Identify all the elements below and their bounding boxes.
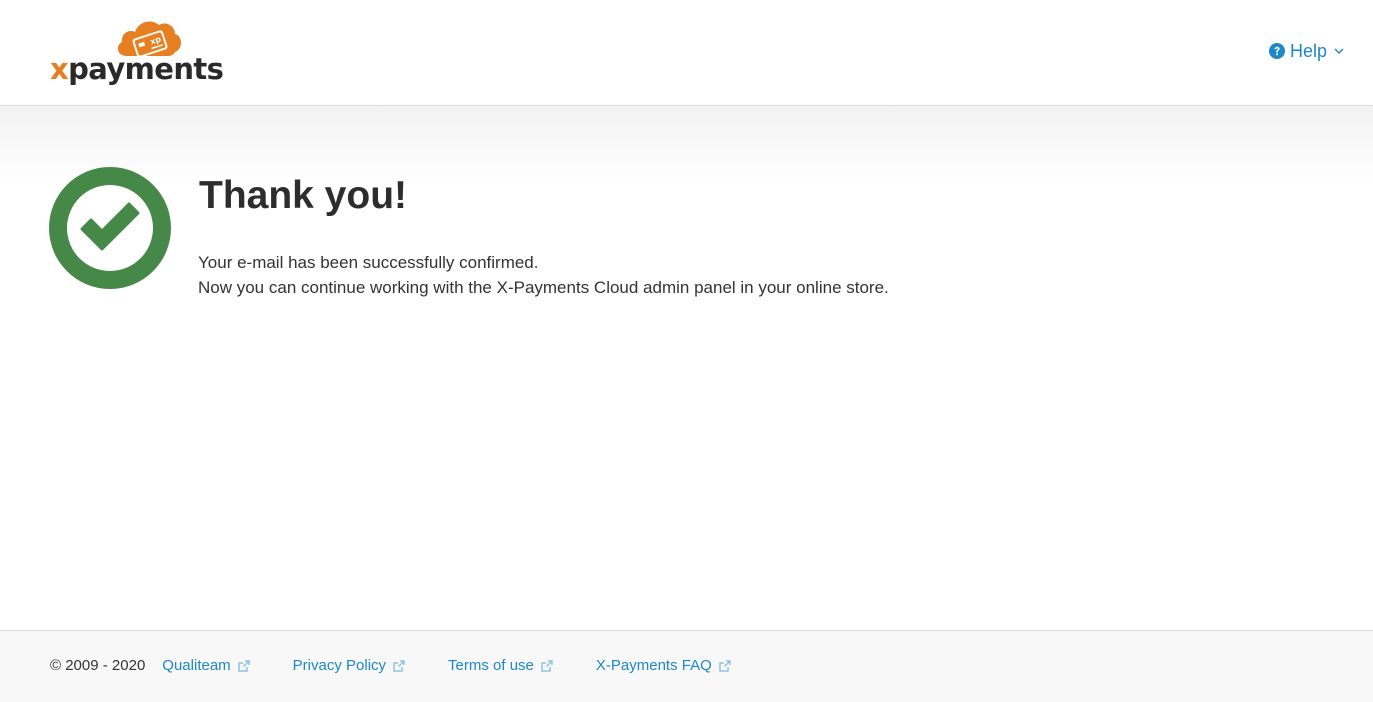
- chevron-down-icon: [1334, 48, 1344, 54]
- footer-link-label: Privacy Policy: [292, 657, 387, 674]
- page-footer: © 2009 - 2020 Qualiteam Privacy Policy T…: [0, 630, 1373, 702]
- logo-wordmark-x: x: [50, 52, 69, 86]
- copyright-text: © 2009 - 2020: [50, 657, 146, 674]
- external-link-icon: [393, 660, 405, 672]
- footer-link-label: X-Payments FAQ: [595, 657, 712, 674]
- logo-wordmark-rest: payments: [68, 52, 224, 86]
- page-header: xp xpayments Help: [0, 0, 1373, 106]
- footer-link-faq[interactable]: X-Payments FAQ: [596, 656, 732, 676]
- logo-wordmark: xpayments: [50, 49, 224, 89]
- page-title: Thank you!: [199, 174, 408, 217]
- help-label: Help: [1289, 41, 1327, 61]
- confirmation-message-line-2: Now you can continue working with the X-…: [198, 278, 889, 297]
- footer-link-label: Qualiteam: [162, 657, 231, 674]
- check-circle-icon: [49, 167, 171, 289]
- footer-links: © 2009 - 2020 Qualiteam Privacy Policy T…: [50, 656, 732, 676]
- xpayments-logo[interactable]: xp xpayments: [48, 16, 224, 90]
- footer-link-terms-of-use[interactable]: Terms of use: [448, 656, 554, 676]
- question-circle-icon: [1268, 43, 1285, 59]
- external-link-icon: [541, 660, 553, 672]
- external-link-icon: [719, 660, 731, 672]
- confirmation-content: Thank you! Your e-mail has been successf…: [0, 106, 1373, 630]
- footer-link-qualiteam[interactable]: Qualiteam: [162, 656, 250, 676]
- help-menu-toggle[interactable]: Help: [1268, 39, 1344, 63]
- footer-link-privacy-policy[interactable]: Privacy Policy: [293, 656, 406, 676]
- footer-link-label: Terms of use: [448, 657, 534, 674]
- external-link-icon: [237, 660, 250, 672]
- confirmation-message-line-1: Your e-mail has been successfully confir…: [198, 253, 539, 272]
